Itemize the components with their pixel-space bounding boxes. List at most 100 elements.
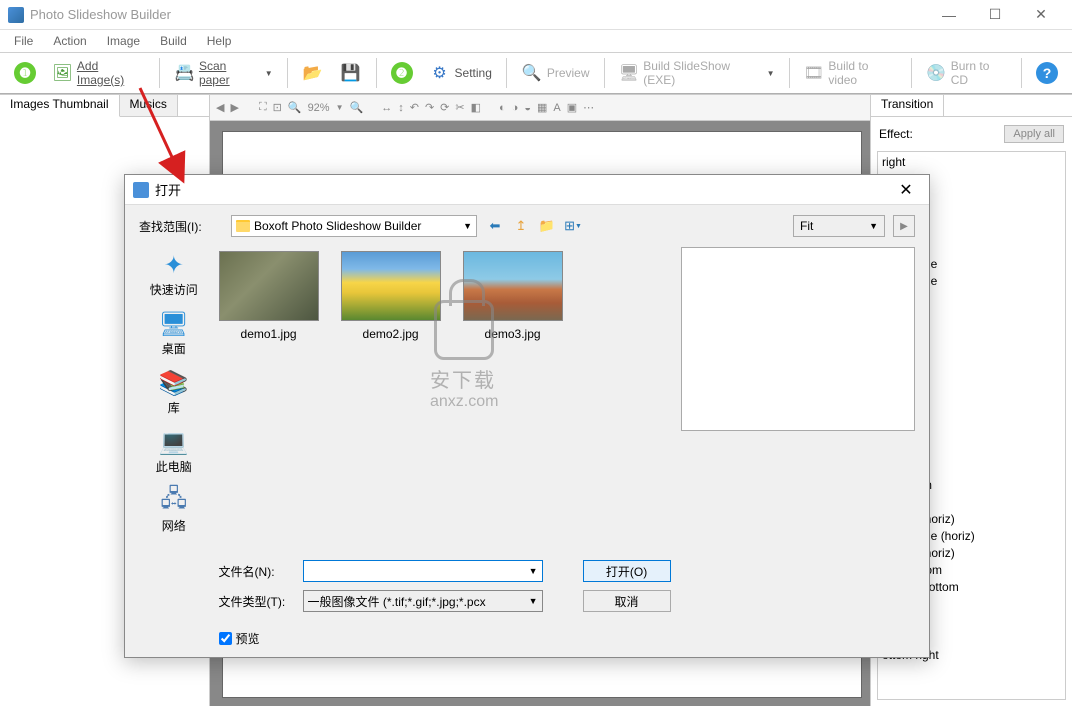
file-item[interactable]: demo3.jpg xyxy=(463,251,563,550)
tab-musics[interactable]: Musics xyxy=(120,95,178,116)
scan-paper-button[interactable]: 📇 Scan paper ▼ xyxy=(168,55,278,91)
separator xyxy=(911,58,912,88)
image-toolbar: ◀ ▶ ⛶ ⊡ 🔍 92% ▼ 🔍 ↔ ↕ ↶ ↷ ⟳ ✂ ◧ ◐ ◑ ◒ ▦ … xyxy=(210,95,870,121)
close-button[interactable]: ✕ xyxy=(1018,0,1064,30)
tab-images-thumbnail[interactable]: Images Thumbnail xyxy=(0,95,120,117)
separator xyxy=(789,58,790,88)
select-icon[interactable]: ◧ xyxy=(471,101,481,114)
separator xyxy=(287,58,288,88)
titlebar: Photo Slideshow Builder — ☐ ✕ xyxy=(0,0,1072,30)
more-icon[interactable]: ⋯ xyxy=(583,101,594,114)
preview-label: Preview xyxy=(547,66,590,80)
preview-checkbox-label: 预览 xyxy=(236,630,260,647)
rotate-left-icon[interactable]: ↶ xyxy=(410,101,419,114)
build-video-label: Build to video xyxy=(828,59,896,87)
dialog-close-button[interactable]: ✕ xyxy=(891,175,921,205)
zoom-value: 92% xyxy=(308,102,330,114)
view-mode-icon[interactable]: ⊞▼ xyxy=(563,216,583,236)
contrast-icon[interactable]: ◐ xyxy=(499,102,506,114)
up-icon[interactable]: ↥ xyxy=(511,216,531,236)
brightness-icon[interactable]: ◑ xyxy=(512,102,519,114)
chevron-down-icon[interactable]: ▼ xyxy=(336,103,344,112)
file-name: demo3.jpg xyxy=(485,327,541,341)
actual-icon[interactable]: ⊡ xyxy=(273,101,282,114)
flip-v-icon[interactable]: ↕ xyxy=(398,102,404,114)
file-item[interactable]: demo2.jpg xyxy=(341,251,441,550)
app-icon xyxy=(8,7,24,23)
save-button[interactable]: 💾 xyxy=(334,58,368,88)
build-video-button[interactable]: 🎞 Build to video xyxy=(798,55,903,91)
setting-label: Setting xyxy=(455,66,492,80)
text-icon[interactable]: A xyxy=(553,102,560,114)
thumbnail-image xyxy=(341,251,441,321)
layer-icon[interactable]: ▣ xyxy=(567,101,577,114)
back-icon[interactable]: ⬅ xyxy=(485,216,505,236)
flip-h-icon[interactable]: ↔ xyxy=(381,102,392,114)
refresh-icon[interactable]: ⟳ xyxy=(440,101,449,114)
folder-icon xyxy=(236,220,250,232)
file-item[interactable]: demo1.jpg xyxy=(219,251,319,550)
file-open-dialog: 打开 ✕ 查找范围(I): Boxoft Photo Slideshow Bui… xyxy=(124,174,930,658)
setting-button[interactable]: ⚙ Setting xyxy=(423,58,498,88)
scanner-icon: 📇 xyxy=(174,62,195,84)
dialog-icon xyxy=(133,182,149,198)
add-images-button[interactable]: 🖼 Add Image(s) xyxy=(46,55,151,91)
maximize-button[interactable]: ☐ xyxy=(972,0,1018,30)
preview-pane xyxy=(681,247,915,431)
menu-file[interactable]: File xyxy=(4,32,43,50)
menu-action[interactable]: Action xyxy=(43,32,96,50)
chevron-down-icon: ▼ xyxy=(529,566,538,576)
tab-transition[interactable]: Transition xyxy=(871,95,944,117)
zoom-in-icon[interactable]: 🔍 xyxy=(350,101,364,114)
file-grid[interactable]: demo1.jpgdemo2.jpg demo3.jpg xyxy=(219,247,671,554)
prev-icon[interactable]: ◀ xyxy=(216,101,224,114)
help-button[interactable]: ? xyxy=(1030,58,1064,88)
saturation-icon[interactable]: ◒ xyxy=(524,102,531,114)
preview-checkbox[interactable] xyxy=(219,632,232,645)
step2-icon: ➋ xyxy=(391,62,413,84)
separator xyxy=(506,58,507,88)
menu-image[interactable]: Image xyxy=(97,32,150,50)
fit-select[interactable]: Fit ▼ xyxy=(793,215,885,237)
place-libraries[interactable]: 📚 库 xyxy=(157,369,191,416)
filetype-select[interactable]: 一般图像文件 (*.tif;*.gif;*.jpg;*.pcx ▼ xyxy=(303,590,543,612)
filename-input[interactable]: ▼ xyxy=(303,560,543,582)
filetype-label: 文件类型(T): xyxy=(219,593,293,610)
fit-icon[interactable]: ⛶ xyxy=(259,101,267,114)
rotate-right-icon[interactable]: ↷ xyxy=(425,101,434,114)
filename-label: 文件名(N): xyxy=(219,563,293,580)
burn-cd-button[interactable]: 💿 Burn to CD xyxy=(920,55,1013,91)
separator xyxy=(159,58,160,88)
crop-icon[interactable]: ✂ xyxy=(455,101,464,114)
cancel-button[interactable]: 取消 xyxy=(583,590,671,612)
place-network[interactable]: 🖧 网络 xyxy=(157,487,191,534)
menu-help[interactable]: Help xyxy=(197,32,242,50)
add-images-label: Add Image(s) xyxy=(77,59,145,87)
menu-build[interactable]: Build xyxy=(150,32,197,50)
list-item[interactable]: right xyxy=(880,154,1063,171)
build-exe-button[interactable]: 🖥 Build SlideShow (EXE) ▼ xyxy=(612,55,780,91)
minimize-button[interactable]: — xyxy=(926,0,972,30)
zoom-out-icon[interactable]: 🔍 xyxy=(288,101,302,114)
place-quick-access[interactable]: ✦ 快速访问 xyxy=(150,251,198,298)
open-button[interactable]: 📂 xyxy=(296,58,330,88)
filter-icon[interactable]: ▦ xyxy=(537,101,547,114)
place-desktop[interactable]: 🖥 桌面 xyxy=(157,310,191,357)
effect-label: Effect: xyxy=(879,127,913,141)
look-in-select[interactable]: Boxoft Photo Slideshow Builder ▼ xyxy=(231,215,477,237)
open-button[interactable]: 打开(O) xyxy=(583,560,671,582)
help-icon: ? xyxy=(1036,62,1058,84)
desktop-icon: 🖥 xyxy=(157,310,191,338)
play-preview-button[interactable]: ▶ xyxy=(893,215,915,237)
place-this-pc[interactable]: 💻 此电脑 xyxy=(156,428,192,475)
thumbnail-image xyxy=(219,251,319,321)
new-folder-icon[interactable]: 📁 xyxy=(537,216,557,236)
next-icon[interactable]: ▶ xyxy=(230,101,238,114)
preview-button[interactable]: 🔍 Preview xyxy=(515,58,596,88)
apply-all-button[interactable]: Apply all xyxy=(1004,125,1064,143)
chevron-down-icon: ▼ xyxy=(529,596,538,606)
step2-button[interactable]: ➋ xyxy=(385,58,419,88)
chevron-down-icon: ▼ xyxy=(265,69,273,78)
new-button[interactable]: ➊ xyxy=(8,58,42,88)
network-icon: 🖧 xyxy=(157,487,191,515)
